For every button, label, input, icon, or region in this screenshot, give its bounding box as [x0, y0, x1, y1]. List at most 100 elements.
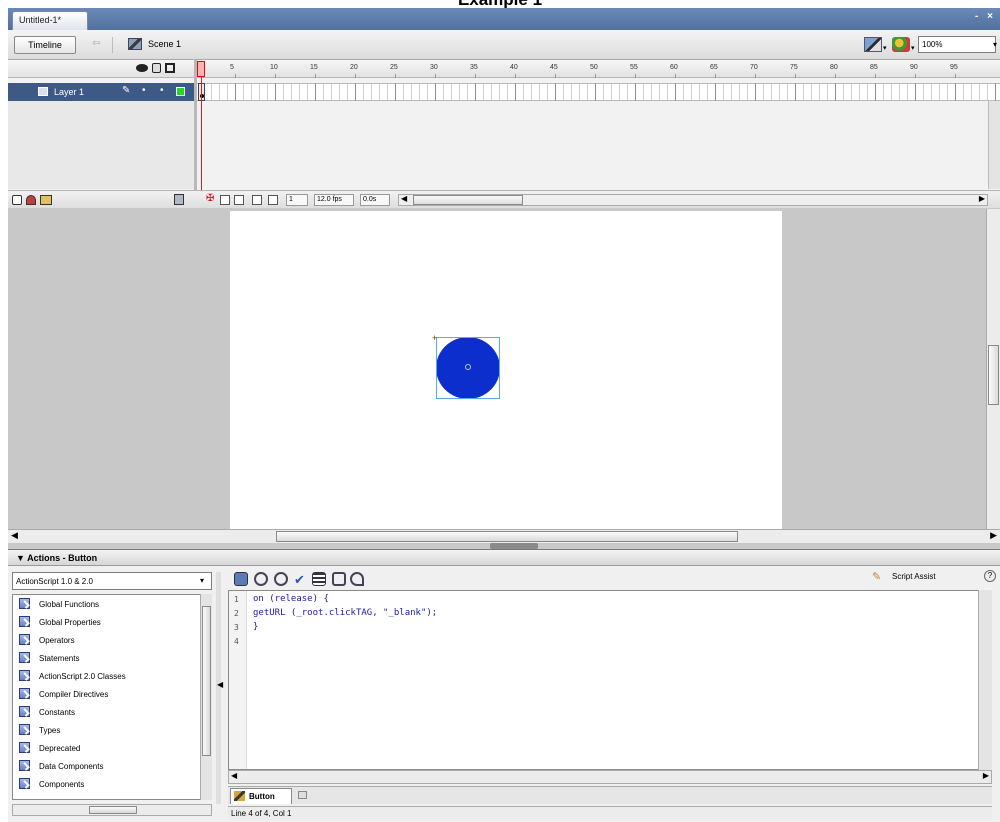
- timeline-button[interactable]: Timeline: [14, 36, 76, 54]
- scroll-right-icon[interactable]: ▶: [990, 530, 997, 541]
- check-syntax-icon[interactable]: ✔: [294, 572, 308, 587]
- scene-label[interactable]: Scene 1: [148, 39, 181, 49]
- find-icon[interactable]: [254, 572, 268, 586]
- toolbox-horizontal-scrollbar[interactable]: [12, 804, 212, 816]
- script-assist-icon[interactable]: ✎: [872, 570, 881, 583]
- visibility-dot-icon[interactable]: •: [142, 85, 146, 96]
- toolbox-item-label: Constants: [39, 708, 76, 717]
- modify-onion-markers-icon[interactable]: [268, 195, 278, 205]
- ruler-tick: [555, 74, 556, 78]
- actions-panel-title[interactable]: ▼ Actions - Button: [8, 550, 1000, 566]
- lock-all-icon[interactable]: [152, 63, 161, 74]
- button-tab-label: Button: [249, 792, 275, 801]
- toolbox-item[interactable]: Components: [13, 775, 207, 793]
- layer-icon: [38, 87, 48, 96]
- add-item-icon[interactable]: [234, 572, 248, 586]
- timeline-splitter[interactable]: [194, 60, 197, 208]
- edit-scene-caret-icon[interactable]: ▾: [911, 44, 915, 52]
- scrollbar-thumb[interactable]: [89, 806, 137, 814]
- toolbox-item[interactable]: Data Components: [13, 757, 207, 775]
- onion-skin-icon[interactable]: [220, 195, 230, 205]
- back-arrow-icon[interactable]: ⇦: [92, 38, 100, 49]
- scroll-left-icon[interactable]: ◀: [401, 194, 407, 203]
- help-icon[interactable]: ?: [984, 570, 996, 582]
- frame-rate-field[interactable]: 12.0 fps: [314, 194, 354, 206]
- pin-script-icon[interactable]: [298, 791, 307, 799]
- outline-color-icon[interactable]: [176, 87, 185, 96]
- language-select[interactable]: ActionScript 1.0 & 2.0: [12, 572, 212, 590]
- book-icon: [19, 742, 30, 753]
- collapse-toolbox-icon[interactable]: ◀: [217, 680, 223, 689]
- show-hide-all-icon[interactable]: [136, 64, 148, 73]
- stage-vertical-scrollbar[interactable]: [986, 209, 1000, 529]
- toolbox-item[interactable]: Compiler Directives: [13, 685, 207, 703]
- insert-layer-icon[interactable]: [12, 195, 22, 205]
- edit-scene-icon[interactable]: [892, 37, 910, 52]
- ruler-number: 10: [270, 64, 278, 71]
- toolbox-item[interactable]: Deprecated: [13, 739, 207, 757]
- layer-row[interactable]: Layer 1 ✎ • •: [8, 83, 196, 101]
- timeline-header: 15101520253035404550556065707580859095: [8, 60, 1000, 78]
- timeline-vertical-scrollbar[interactable]: [988, 101, 1000, 189]
- language-dropdown-icon[interactable]: ▾: [200, 576, 204, 585]
- onion-skin-outlines-icon[interactable]: [234, 195, 244, 205]
- ruler-number: 50: [590, 64, 598, 71]
- zoom-select[interactable]: 100%: [918, 36, 996, 53]
- layer-list: [8, 101, 196, 189]
- code-line[interactable]: on (release) {: [253, 594, 329, 604]
- add-motion-guide-icon[interactable]: [26, 195, 36, 205]
- button-script-tab[interactable]: Button: [230, 788, 292, 804]
- document-tab[interactable]: Untitled-1*: [12, 11, 88, 30]
- edit-multiple-frames-icon[interactable]: [252, 195, 262, 205]
- toolbox-item[interactable]: Global Functions: [13, 595, 207, 613]
- actions-toolbox-list[interactable]: Global Functions Global Properties Operato…: [12, 594, 208, 800]
- script-editor[interactable]: 1 2 3 4 on (release) {getURL (_root.clickTA…: [228, 590, 990, 770]
- ruler-tick: [715, 74, 716, 78]
- toolbox-item[interactable]: Constants: [13, 703, 207, 721]
- debug-options-icon[interactable]: [350, 572, 364, 586]
- delete-layer-icon[interactable]: [174, 194, 184, 205]
- toolbox-item[interactable]: Statements: [13, 649, 207, 667]
- script-vertical-scrollbar[interactable]: [978, 590, 992, 770]
- ruler-tick: [515, 74, 516, 78]
- scroll-right-icon[interactable]: ▶: [979, 194, 985, 203]
- toolbox-item[interactable]: Types: [13, 721, 207, 739]
- scroll-left-icon[interactable]: ◀: [11, 530, 18, 541]
- scrollbar-thumb[interactable]: [202, 606, 211, 756]
- scroll-left-icon[interactable]: ◀: [231, 771, 237, 780]
- toolbox-item-label: Types: [39, 726, 61, 735]
- toolbox-item[interactable]: Operators: [13, 631, 207, 649]
- ruler-number: 60: [670, 64, 678, 71]
- timeline-horizontal-scrollbar[interactable]: ◀ ▶: [398, 194, 988, 206]
- playhead[interactable]: [197, 61, 205, 77]
- edit-symbols-caret-icon[interactable]: ▾: [883, 44, 887, 52]
- insert-folder-icon[interactable]: [40, 195, 52, 205]
- stage-canvas[interactable]: [230, 211, 782, 529]
- toolbox-vertical-scrollbar[interactable]: [200, 594, 212, 800]
- center-frame-icon[interactable]: ✠: [206, 193, 214, 204]
- ruler-number: 45: [550, 64, 558, 71]
- book-icon: [19, 616, 30, 627]
- code-line[interactable]: getURL (_root.clickTAG, "_blank");: [253, 608, 437, 618]
- script-horizontal-scrollbar[interactable]: ◀ ▶: [228, 770, 992, 784]
- scrollbar-thumb[interactable]: [988, 345, 999, 405]
- registration-point-icon: +: [432, 333, 438, 343]
- scrollbar-thumb[interactable]: [413, 195, 523, 205]
- edit-symbols-icon[interactable]: [864, 37, 882, 52]
- scrollbar-thumb[interactable]: [276, 531, 738, 542]
- auto-format-icon[interactable]: [312, 572, 326, 586]
- window-controls[interactable]: - ×: [975, 11, 996, 22]
- scroll-right-icon[interactable]: ▶: [983, 771, 989, 780]
- zoom-dropdown-icon[interactable]: ▾: [993, 40, 997, 49]
- toolbox-item[interactable]: ActionScript 2.0 Classes: [13, 667, 207, 685]
- script-assist-button[interactable]: Script Assist: [892, 572, 936, 581]
- code-hint-icon[interactable]: [332, 572, 346, 586]
- frame-ruler[interactable]: 15101520253035404550556065707580859095: [196, 60, 1000, 78]
- target-path-icon[interactable]: [274, 572, 288, 586]
- layer-name[interactable]: Layer 1: [54, 87, 84, 97]
- toolbox-item[interactable]: Global Properties: [13, 613, 207, 631]
- outline-all-icon[interactable]: [165, 63, 175, 74]
- lock-dot-icon[interactable]: •: [160, 85, 164, 96]
- code-line[interactable]: }: [253, 622, 258, 632]
- stage-horizontal-scrollbar[interactable]: ◀ ▶: [8, 529, 1000, 543]
